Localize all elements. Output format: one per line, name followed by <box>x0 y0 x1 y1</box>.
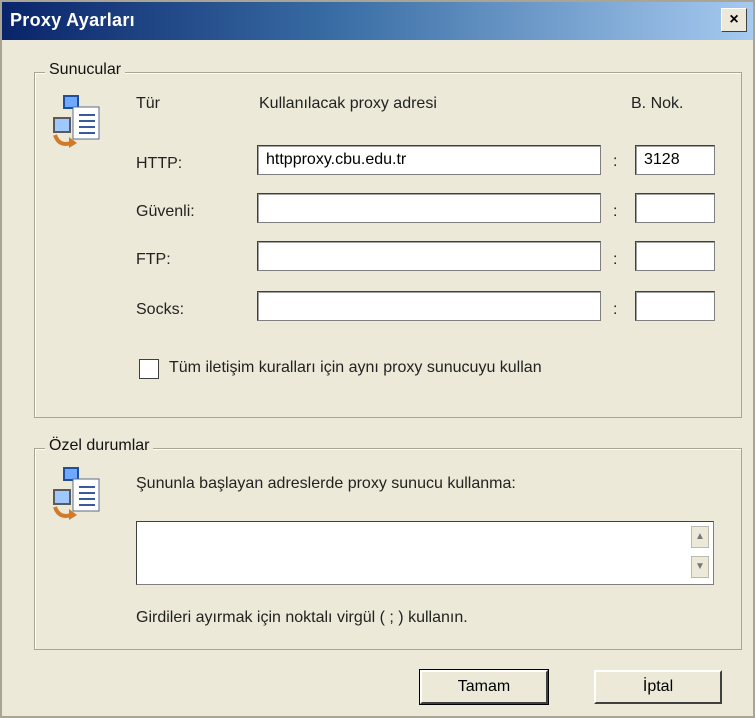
close-icon: × <box>729 11 739 28</box>
http-address-input[interactable]: httpproxy.cbu.edu.tr <box>257 145 601 175</box>
type-column-header: Tür <box>136 95 160 112</box>
scroll-up-button[interactable]: ▲ <box>691 526 709 548</box>
http-label: HTTP: <box>136 155 183 172</box>
servers-legend: Sunucular <box>45 61 126 79</box>
http-port-separator: : <box>613 153 618 170</box>
close-button[interactable]: × <box>721 8 747 32</box>
ok-button[interactable]: Tamam <box>419 669 549 705</box>
exceptions-legend: Özel durumlar <box>45 437 154 455</box>
port-column-header: B. Nok. <box>631 95 684 112</box>
ftp-port-separator: : <box>613 251 618 268</box>
servers-group: Sunucular Tür Kullanılacak proxy adresi … <box>34 61 742 418</box>
secure-port-input[interactable] <box>635 193 715 223</box>
http-port-input[interactable]: 3128 <box>635 145 715 175</box>
exceptions-textarea[interactable]: ▲ ▼ <box>136 521 714 585</box>
socks-address-input[interactable] <box>257 291 601 321</box>
proxy-settings-icon <box>53 95 100 148</box>
ftp-port-input[interactable] <box>635 241 715 271</box>
cancel-button[interactable]: İptal <box>594 670 722 704</box>
secure-label: Güvenli: <box>136 203 195 220</box>
ftp-address-input[interactable] <box>257 241 601 271</box>
title-bar[interactable]: Proxy Ayarları × <box>2 2 753 40</box>
socks-port-input[interactable] <box>635 291 715 321</box>
exceptions-hint: Girdileri ayırmak için noktalı virgül ( … <box>136 609 468 626</box>
exceptions-description: Şununla başlayan adreslerde proxy sunucu… <box>136 475 516 492</box>
secure-port-separator: : <box>613 203 618 220</box>
exceptions-group: Özel durumlar Şununla başlayan adreslerd… <box>34 437 742 650</box>
ftp-label: FTP: <box>136 251 171 268</box>
proxy-exceptions-icon <box>53 467 100 520</box>
dialog-title: Proxy Ayarları <box>10 10 135 30</box>
secure-address-input[interactable] <box>257 193 601 223</box>
address-column-header: Kullanılacak proxy adresi <box>259 95 437 112</box>
socks-port-separator: : <box>613 301 618 318</box>
scroll-down-button[interactable]: ▼ <box>691 556 709 578</box>
proxy-settings-dialog: Proxy Ayarları × Sunucular Tür Kullanıla… <box>0 0 755 718</box>
same-proxy-label[interactable]: Tüm iletişim kuralları için aynı proxy s… <box>169 359 542 377</box>
same-proxy-checkbox[interactable] <box>139 359 159 379</box>
socks-label: Socks: <box>136 301 185 318</box>
